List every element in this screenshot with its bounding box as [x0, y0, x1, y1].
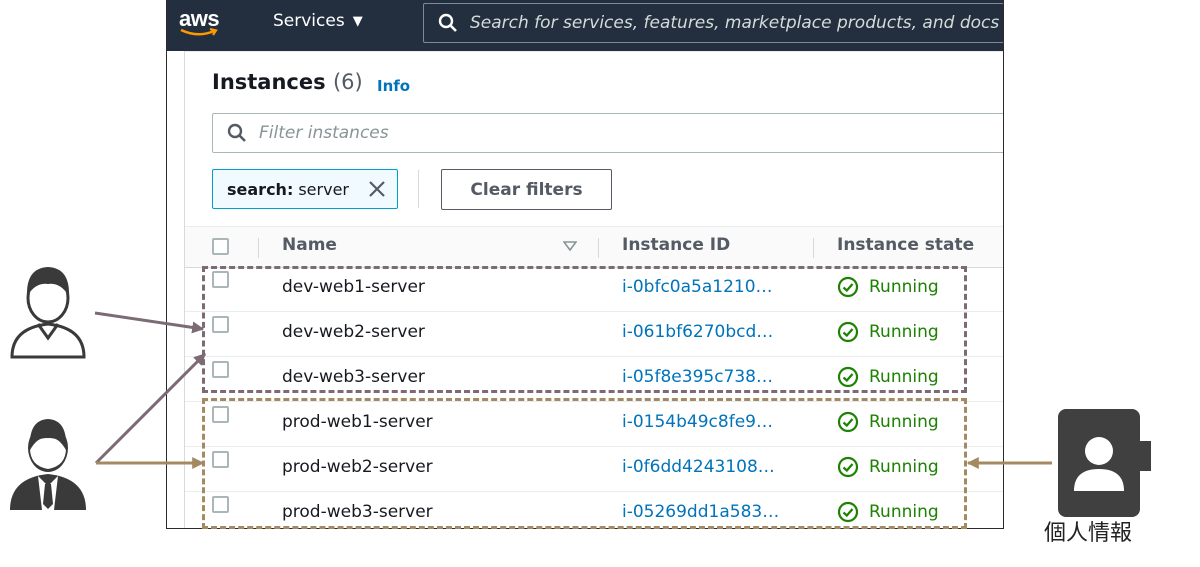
arrow-developer-to-dev — [94, 311, 205, 334]
developer-user-icon — [10, 267, 86, 359]
personal-info-label: 個人情報 — [1044, 521, 1133, 546]
personal-info-icon — [1058, 409, 1151, 517]
admin-user-icon — [10, 419, 86, 510]
arrow-admin-to-dev — [94, 352, 207, 465]
annotation-arrows — [94, 311, 1052, 469]
